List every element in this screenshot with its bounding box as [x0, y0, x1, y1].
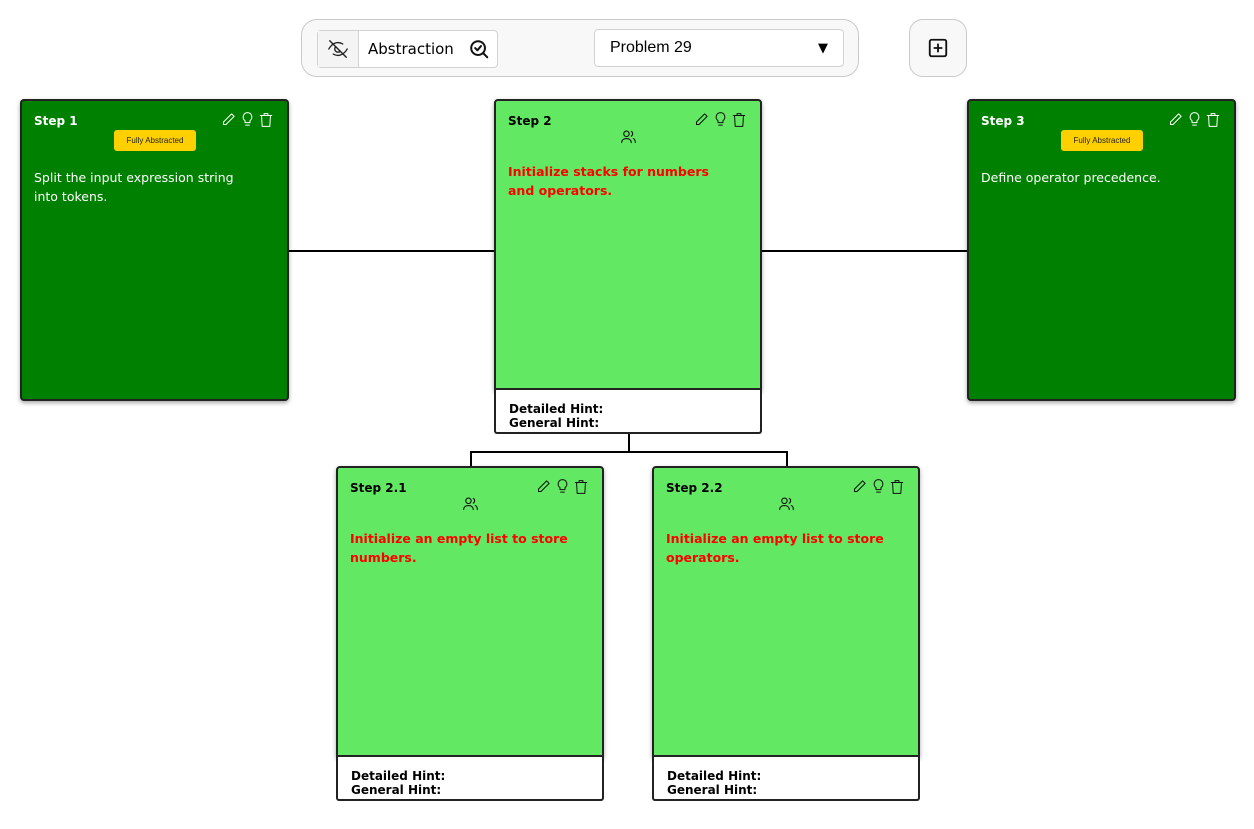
step-title: Step 3	[981, 114, 1025, 128]
hint-button[interactable]	[871, 478, 886, 495]
eye-off-icon	[328, 40, 348, 58]
users-icon	[462, 497, 478, 511]
step-title: Step 2	[508, 114, 552, 128]
problem-select[interactable]: Problem 29 ▼	[594, 29, 844, 67]
toolbar: Abstraction Problem 29 ▼	[301, 19, 859, 77]
connector-step21-up	[470, 451, 472, 467]
delete-button[interactable]	[574, 479, 588, 495]
general-hint-label: General Hint:	[667, 783, 758, 797]
step-actions	[536, 478, 588, 495]
connector-substeps-horizontal	[470, 451, 787, 453]
general-hint[interactable]: General Hint:	[494, 415, 762, 434]
pencil-icon	[696, 113, 708, 125]
edit-button[interactable]	[1168, 112, 1183, 127]
lightbulb-icon	[715, 112, 726, 126]
trash-icon	[732, 112, 746, 127]
hint-button[interactable]	[240, 111, 255, 128]
edit-button[interactable]	[536, 479, 551, 494]
step-description: Define operator precedence.	[981, 170, 1161, 185]
plus-square-icon	[928, 38, 948, 58]
step-title: Step 1	[34, 114, 78, 128]
delete-button[interactable]	[890, 479, 904, 495]
collaborate-button[interactable]	[496, 129, 760, 144]
abstraction-label: Abstraction	[368, 40, 454, 58]
pencil-icon	[854, 480, 866, 492]
delete-button[interactable]	[259, 112, 273, 128]
step-actions	[694, 111, 746, 128]
hint-button[interactable]	[713, 111, 728, 128]
general-hint-label: General Hint:	[509, 416, 600, 430]
hint-button[interactable]	[1187, 111, 1202, 128]
add-step-button[interactable]	[909, 19, 967, 77]
step-card-2-1[interactable]: Step 2.1 Initialize an empty list to sto…	[336, 466, 604, 757]
hint-button[interactable]	[555, 478, 570, 495]
step-description: Split the input expression string into t…	[34, 170, 234, 204]
edit-button[interactable]	[852, 479, 867, 494]
trash-icon	[890, 479, 904, 494]
general-hint-label: General Hint:	[351, 783, 442, 797]
status-badge: Fully Abstracted	[114, 130, 196, 151]
connector-step2-step3	[762, 250, 967, 252]
step-card-2[interactable]: Step 2 Initialize stacks for numbers and…	[494, 99, 762, 390]
step-card-2-2[interactable]: Step 2.2 Initialize an empty list to sto…	[652, 466, 920, 757]
detailed-hint[interactable]: Detailed Hint:	[652, 755, 920, 784]
abstraction-control: Abstraction	[317, 30, 498, 68]
users-icon	[778, 497, 794, 511]
general-hint[interactable]: General Hint:	[336, 782, 604, 801]
step-description: Initialize stacks for numbers and operat…	[508, 164, 709, 198]
step-title: Step 2.2	[666, 481, 723, 495]
step-card-1[interactable]: Step 1 Fully Abstracted Split the input …	[20, 99, 289, 401]
pencil-icon	[1170, 113, 1182, 125]
step-actions	[1168, 111, 1220, 128]
pencil-icon	[223, 113, 235, 125]
detailed-hint[interactable]: Detailed Hint:	[336, 755, 604, 784]
step-description: Initialize an empty list to store number…	[350, 531, 568, 565]
users-icon	[620, 130, 636, 144]
lightbulb-icon	[242, 112, 253, 126]
trash-icon	[574, 479, 588, 494]
edit-button[interactable]	[221, 112, 236, 127]
connector-step1-step2	[289, 250, 494, 252]
connector-step2-down	[628, 433, 630, 451]
delete-button[interactable]	[1206, 112, 1220, 128]
detailed-hint-label: Detailed Hint:	[509, 402, 604, 416]
detailed-hint[interactable]: Detailed Hint:	[494, 388, 762, 417]
chevron-down-icon: ▼	[818, 40, 828, 56]
collaborate-button[interactable]	[654, 496, 918, 511]
collaborate-button[interactable]	[338, 496, 602, 511]
step-card-3[interactable]: Step 3 Fully Abstracted Define operator …	[967, 99, 1236, 401]
lightbulb-icon	[557, 479, 568, 493]
delete-button[interactable]	[732, 112, 746, 128]
step-description: Initialize an empty list to store operat…	[666, 531, 884, 565]
step-title: Step 2.1	[350, 481, 407, 495]
step-actions	[852, 478, 904, 495]
detailed-hint-label: Detailed Hint:	[351, 769, 446, 783]
problem-select-value: Problem 29	[610, 39, 692, 56]
search-check-icon	[470, 40, 489, 59]
lightbulb-icon	[873, 479, 884, 493]
pencil-icon	[538, 480, 550, 492]
status-badge: Fully Abstracted	[1061, 130, 1143, 151]
lightbulb-icon	[1189, 112, 1200, 126]
hide-abstraction-button[interactable]	[318, 31, 359, 67]
trash-icon	[259, 112, 273, 127]
trash-icon	[1206, 112, 1220, 127]
general-hint[interactable]: General Hint:	[652, 782, 920, 801]
edit-button[interactable]	[694, 112, 709, 127]
connector-step22-up	[786, 451, 788, 467]
abstraction-search-button[interactable]	[461, 31, 497, 67]
step-actions	[221, 111, 273, 128]
detailed-hint-label: Detailed Hint:	[667, 769, 762, 783]
